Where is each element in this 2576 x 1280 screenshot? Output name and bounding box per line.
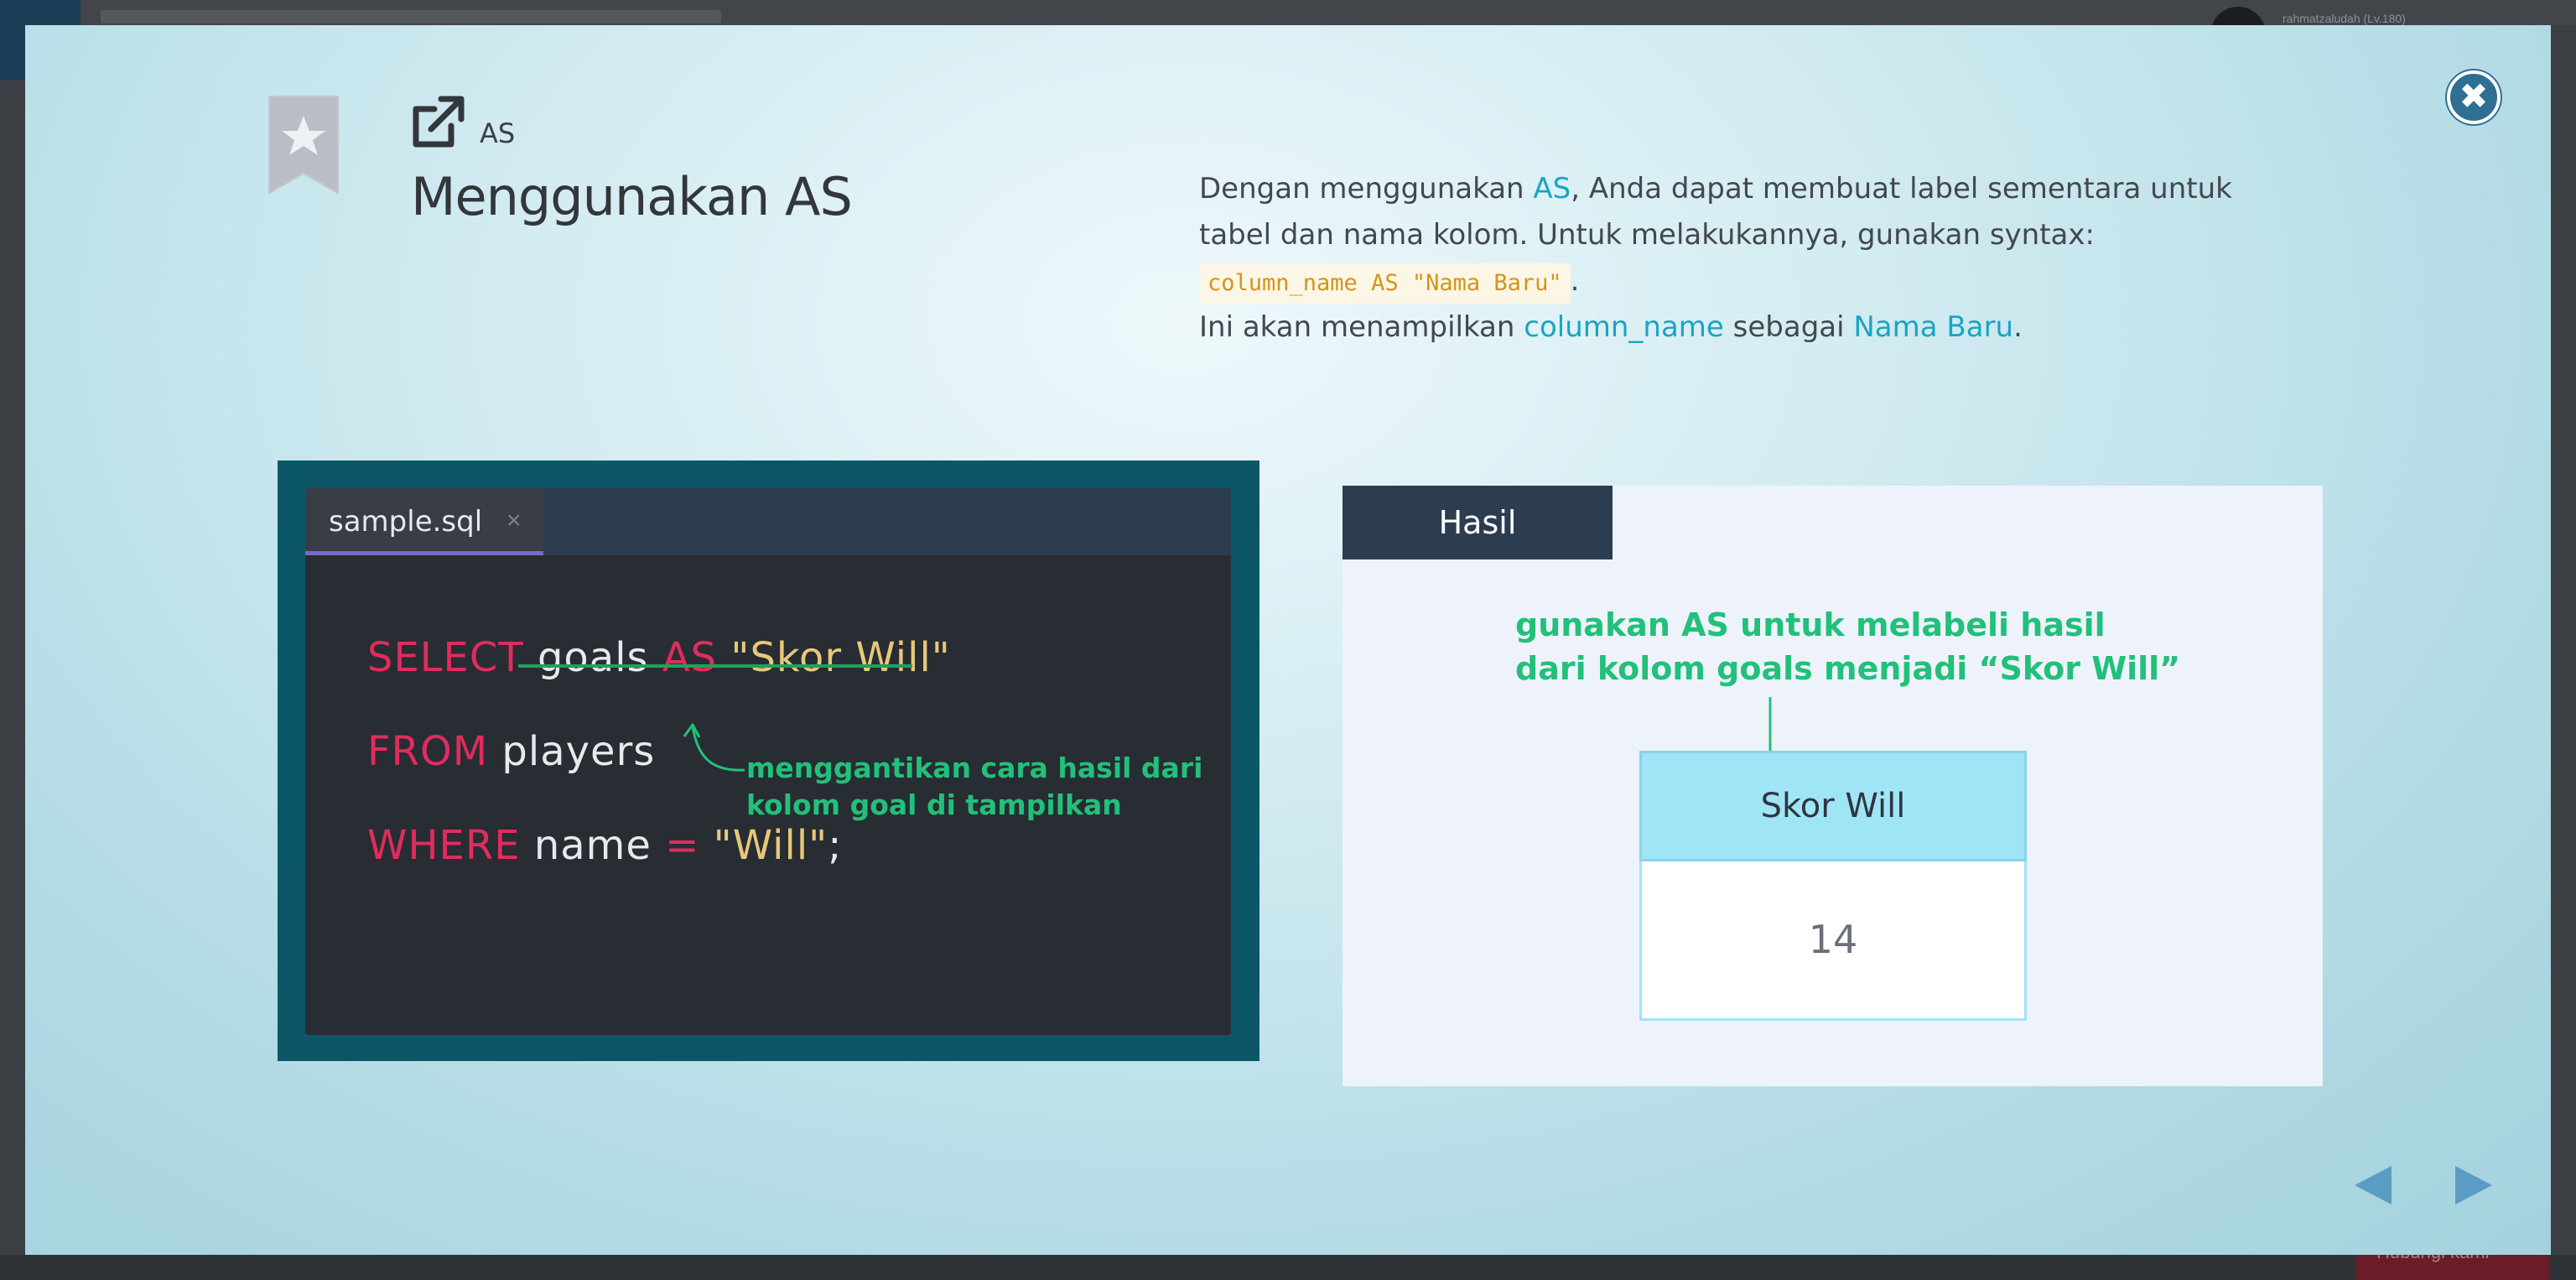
- close-icon: ✖: [2459, 76, 2489, 116]
- sql-operator: =: [665, 822, 700, 869]
- new-name-highlight: Nama Baru: [1853, 310, 2014, 344]
- syntax-code: column_name AS "Nama Baru": [1199, 263, 1571, 304]
- code-line-2: FROM players: [367, 728, 655, 775]
- sql-keyword: WHERE: [367, 822, 521, 869]
- sql-keyword: FROM: [367, 728, 489, 775]
- sql-identifier: name: [520, 822, 666, 869]
- result-cell: 14: [1639, 861, 2027, 1021]
- sql-keyword: AS: [662, 634, 718, 681]
- sql-identifier: players: [488, 728, 656, 775]
- background-bottombar: [0, 1255, 2576, 1280]
- description-text: Ini akan menampilkan: [1199, 310, 1524, 344]
- code-annotation: menggantikan cara hasil dari kolom goal …: [746, 752, 1203, 821]
- file-tab-name: sample.sql: [329, 505, 483, 539]
- close-button[interactable]: ✖: [2447, 70, 2501, 124]
- next-arrow-icon[interactable]: [2454, 1164, 2494, 1206]
- description-text: sebagai: [1723, 310, 1854, 344]
- slide-modal: ✖ AS Menggunakan AS Dengan menggunakan A…: [25, 25, 2551, 1255]
- tab-close-icon: ×: [506, 507, 522, 534]
- annotation-underline: [518, 664, 912, 668]
- prev-arrow-icon[interactable]: [2353, 1164, 2393, 1206]
- sql-semicolon: ;: [828, 822, 843, 869]
- background-username: rahmatzaludah (Lv.180): [2283, 12, 2406, 25]
- bookmark-star-icon[interactable]: [268, 96, 339, 195]
- description-text: Dengan menggunakan: [1199, 172, 1534, 206]
- description-text: .: [1570, 264, 1580, 298]
- sql-string: "Will": [699, 822, 828, 869]
- result-tab: Hasil: [1343, 486, 1613, 559]
- result-column-header: Skor Will: [1639, 751, 2027, 861]
- result-annotation: gunakan AS untuk melabeli hasil dari kol…: [1515, 606, 2181, 687]
- code-line-1: SELECT goals AS "Skor Will": [367, 634, 951, 681]
- column-name-highlight: column_name: [1524, 310, 1724, 344]
- topic-tag: AS: [480, 117, 516, 149]
- sql-identifier: goals: [523, 634, 662, 681]
- description-text: .: [2013, 310, 2023, 344]
- result-panel: Hasil gunakan AS untuk melabeli hasil da…: [1343, 486, 2323, 1086]
- file-tab: sample.sql ×: [305, 488, 543, 555]
- page-title: Menggunakan AS: [411, 166, 853, 227]
- code-line-3: WHERE name = "Will";: [367, 822, 842, 869]
- external-link-icon: [413, 96, 465, 148]
- annotation-arrow-icon: [683, 723, 745, 772]
- sql-keyword: SELECT: [367, 634, 524, 681]
- keyword-highlight: AS: [1533, 172, 1571, 206]
- editor-tab-bar: sample.sql ×: [305, 488, 1231, 555]
- background-searchbar: [101, 10, 721, 23]
- description: Dengan menggunakan AS, Anda dapat membua…: [1199, 166, 2289, 351]
- sql-string: "Skor Will": [717, 634, 951, 681]
